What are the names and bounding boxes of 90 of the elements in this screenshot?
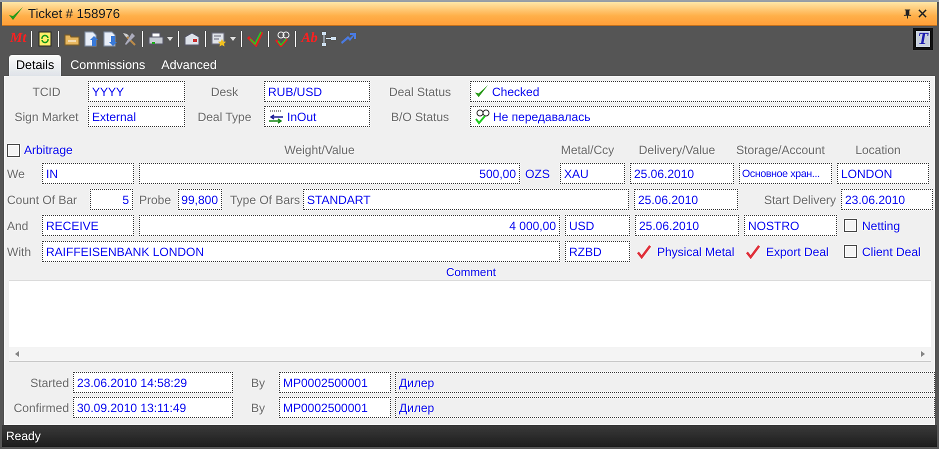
field-label: We bbox=[7, 166, 26, 180]
check-icon bbox=[474, 108, 490, 124]
window-title: Ticket # 158976 bbox=[28, 6, 120, 21]
arrows-icon bbox=[268, 108, 284, 124]
field-label: Type Of Bars bbox=[230, 192, 298, 206]
field-label: B/O Status bbox=[390, 110, 450, 124]
close-icon[interactable] bbox=[918, 9, 927, 18]
comment-field[interactable] bbox=[9, 280, 931, 347]
field-label: Sign Market bbox=[13, 110, 80, 124]
bar-type-field[interactable]: STANDART bbox=[303, 189, 629, 210]
tick-icon[interactable] bbox=[637, 244, 652, 259]
field-label: With bbox=[7, 244, 32, 258]
scroll-right-icon[interactable] bbox=[921, 351, 925, 357]
comment-label: Comment bbox=[446, 267, 496, 279]
probe-field[interactable]: 99,800 bbox=[178, 189, 222, 210]
logo: T bbox=[913, 28, 933, 50]
field-label: Probe bbox=[139, 192, 172, 206]
user-field[interactable]: MP0002500001 bbox=[279, 397, 391, 418]
field-label: Desk bbox=[210, 84, 240, 98]
scroll-left-icon[interactable] bbox=[15, 351, 19, 357]
checkmark-icon bbox=[474, 84, 489, 99]
timestamp-field[interactable]: 30.09.2010 13:11:49 bbox=[73, 397, 233, 418]
column-header: Delivery/Value bbox=[638, 143, 716, 157]
horizontal-scrollbar[interactable] bbox=[9, 347, 931, 362]
printer-icon[interactable] bbox=[148, 30, 164, 46]
checkbox-label[interactable]: Netting bbox=[862, 218, 900, 232]
text-field[interactable]: InOut bbox=[264, 106, 370, 127]
tree-icon[interactable] bbox=[320, 30, 337, 46]
field-label: Deal Status bbox=[388, 84, 452, 98]
field-label: Deal Type bbox=[196, 110, 252, 124]
checkmark-icon bbox=[8, 6, 24, 22]
field-label: TCID bbox=[32, 84, 62, 98]
role-field: Дилер bbox=[395, 397, 935, 418]
code-field[interactable]: RZBD bbox=[565, 241, 630, 262]
check-icon[interactable] bbox=[247, 30, 264, 46]
hammer-icon[interactable] bbox=[121, 30, 138, 46]
column-header: Location bbox=[854, 143, 902, 157]
option-label[interactable]: Physical Metal bbox=[657, 244, 734, 258]
field-label: By bbox=[251, 376, 266, 390]
timestamp-field[interactable]: 23.06.2010 14:58:29 bbox=[73, 372, 233, 393]
text-field[interactable]: YYYY bbox=[88, 81, 185, 102]
value-field[interactable]: 4 000,00 bbox=[139, 215, 560, 236]
field-label: And bbox=[7, 218, 30, 232]
date-field[interactable]: 23.06.2010 bbox=[841, 189, 933, 210]
field-label: Start Delivery bbox=[762, 192, 836, 206]
tab[interactable]: Details bbox=[9, 55, 62, 76]
tab[interactable]: Advanced bbox=[154, 55, 224, 76]
caret-icon[interactable] bbox=[230, 36, 236, 40]
side-field[interactable]: IN bbox=[42, 163, 134, 184]
field-label: Confirmed bbox=[12, 400, 69, 414]
date-field[interactable]: 25.06.2010 bbox=[630, 163, 734, 184]
user-field[interactable]: MP0002500001 bbox=[279, 372, 391, 393]
location-field[interactable]: LONDON bbox=[837, 163, 929, 184]
checkbox[interactable] bbox=[844, 219, 857, 232]
currency-field[interactable]: USD bbox=[565, 215, 630, 236]
role-field: Дилер bbox=[395, 372, 935, 393]
checkbox[interactable] bbox=[844, 245, 857, 258]
date-field[interactable]: 25.06.2010 bbox=[634, 189, 738, 210]
weight-field[interactable]: 500,00 bbox=[139, 163, 520, 184]
metal-field[interactable]: XAU bbox=[560, 163, 625, 184]
column-header: Storage/Account bbox=[735, 143, 826, 157]
checkbox[interactable] bbox=[7, 144, 20, 156]
caret-icon[interactable] bbox=[167, 36, 174, 40]
unit-label: OZS bbox=[524, 166, 551, 180]
document-refresh-icon[interactable] bbox=[37, 30, 54, 46]
tick-icon[interactable] bbox=[746, 244, 761, 259]
column-header: Weight/Value bbox=[283, 143, 356, 157]
account-field[interactable]: NOSTRO bbox=[744, 215, 837, 236]
document-down-icon[interactable] bbox=[102, 30, 118, 46]
date-field[interactable]: 25.06.2010 bbox=[635, 215, 739, 236]
field-label: By bbox=[251, 400, 266, 414]
checkbox-label[interactable]: Client Deal bbox=[862, 244, 921, 258]
check-icon[interactable] bbox=[274, 30, 290, 46]
status-text: Ready bbox=[6, 429, 41, 443]
text-field[interactable]: RUB/USD bbox=[264, 81, 370, 102]
option-label[interactable]: Export Deal bbox=[766, 244, 829, 258]
field-label: Started bbox=[29, 376, 69, 390]
field-label: Count Of Bar bbox=[7, 192, 78, 206]
text-field[interactable]: Не передавалась bbox=[470, 106, 930, 127]
count-field[interactable]: 5 bbox=[90, 189, 133, 210]
tab[interactable]: Commissions bbox=[63, 55, 152, 76]
checkbox-label[interactable]: Arbitrage bbox=[24, 143, 84, 157]
document-up-icon[interactable] bbox=[83, 30, 100, 46]
pin-icon[interactable] bbox=[903, 8, 912, 18]
side-field[interactable]: RECEIVE bbox=[42, 215, 134, 236]
counterparty-field[interactable]: RAIFFEISENBANK LONDON bbox=[42, 241, 560, 262]
column-header: Metal/Ccy bbox=[560, 143, 616, 157]
storage-field[interactable]: Основное хран... bbox=[739, 163, 832, 184]
text-field[interactable]: External bbox=[88, 106, 185, 127]
text-field[interactable]: Checked bbox=[470, 81, 930, 102]
